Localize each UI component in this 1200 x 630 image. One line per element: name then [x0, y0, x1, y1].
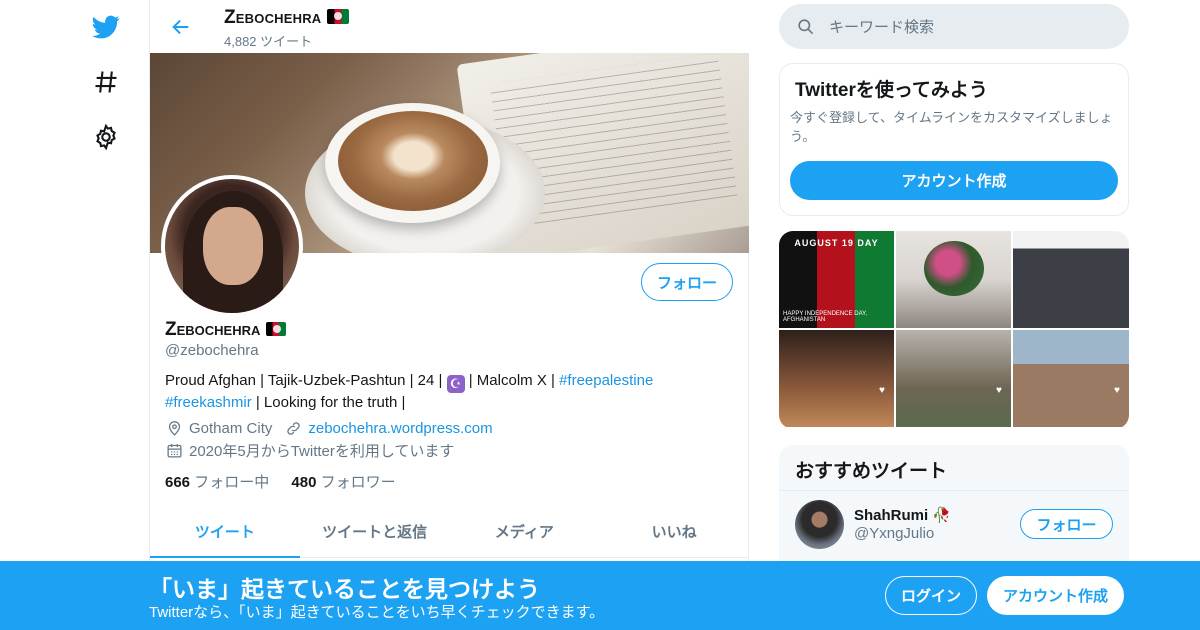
profile-header: Zebochehra 4,882 ツイート	[150, 0, 749, 53]
search-input[interactable]: キーワード検索	[829, 16, 934, 37]
recommended-title: おすすめツイート	[795, 461, 948, 482]
profile-avatar[interactable]	[161, 175, 303, 317]
profile-location: Gotham City	[189, 419, 273, 437]
search-icon	[795, 17, 815, 37]
tab-likes[interactable]: いいね	[599, 505, 749, 557]
heart-icon: ♥	[1114, 385, 1120, 396]
profile-stats: 666 フォロー中 480 フォロワー	[165, 471, 396, 492]
media-thumbnail[interactable]: AUGUST 19 DAY HAPPY INDEPENDENCE DAY, AF…	[779, 231, 894, 328]
tab-tweets-and-replies[interactable]: ツイートと返信	[300, 505, 450, 557]
afghan-flag-icon	[266, 322, 287, 336]
signup-card-description: 今すぐ登録して、タイムラインをカスタマイズしましょう。	[790, 110, 1113, 144]
settings-gear-icon[interactable]	[91, 122, 121, 152]
signup-button[interactable]: アカウント作成	[987, 576, 1124, 615]
rose-emoji-icon: 🥀	[932, 507, 952, 524]
profile-joined-date: 2020年5月からTwitterを利用しています	[189, 443, 455, 460]
back-arrow-icon[interactable]	[168, 14, 194, 40]
media-grid: AUGUST 19 DAY HAPPY INDEPENDENCE DAY, AF…	[779, 231, 1129, 429]
profile-bio: Proud Afghan | Tajik-Uzbek-Pashtun | 24 …	[165, 372, 654, 411]
login-button[interactable]: ログイン	[885, 576, 977, 615]
media-thumbnail[interactable]: ♥	[1013, 330, 1129, 427]
signup-banner: 「いま」起きていることを見つけよう Twitterなら、「いま」起きていることを…	[0, 561, 1200, 630]
afghan-flag-icon	[327, 9, 350, 24]
heart-icon: ♥	[879, 385, 885, 396]
media-thumbnail[interactable]: ♥	[896, 330, 1011, 427]
recommended-follow-button[interactable]: フォロー	[1020, 509, 1113, 539]
search-box[interactable]: キーワード検索	[779, 4, 1129, 49]
media-thumbnail[interactable]: ♥	[779, 330, 894, 427]
media-thumbnail[interactable]	[896, 231, 1011, 328]
banner-title: 「いま」起きていることを見つけよう	[149, 576, 540, 602]
header-display-name: Zebochehra	[224, 7, 350, 29]
followers-link[interactable]: 480 フォロワー	[291, 474, 395, 491]
signup-card: Twitterを使ってみよう 今すぐ登録して、タイムラインをカスタマイズしましょ…	[779, 63, 1129, 216]
twitter-logo-icon[interactable]	[91, 12, 121, 42]
profile-meta-location-website: Gotham City zebochehra.wordpress.com	[165, 419, 493, 437]
profile-meta-joined: 2020年5月からTwitterを利用しています	[165, 440, 454, 461]
follow-button[interactable]: フォロー	[641, 263, 733, 301]
tab-media[interactable]: メディア	[450, 505, 600, 557]
divider	[779, 490, 1129, 491]
star-and-crescent-emoji: ☪	[446, 375, 465, 393]
hashtag-icon[interactable]	[91, 67, 121, 97]
profile-column: Zebochehra 4,882 ツイート フォロー Zebochehra @z…	[149, 0, 749, 630]
tab-tweets[interactable]: ツイート	[150, 505, 300, 558]
hashtag-link-freepalestine[interactable]: #freepalestine	[559, 372, 653, 389]
recommended-user-handle: @YxngJulio	[854, 525, 935, 542]
banner-subtitle: Twitterなら、「いま」起きていることをいち早くチェックできます。	[149, 604, 605, 621]
profile-tabs: ツイート ツイートと返信 メディア いいね	[150, 505, 749, 558]
calendar-icon	[165, 442, 183, 460]
profile-handle: @zebochehra	[165, 342, 259, 359]
following-link[interactable]: 666 フォロー中	[165, 474, 269, 491]
media-thumbnail[interactable]	[1013, 231, 1129, 328]
profile-website-link[interactable]: zebochehra.wordpress.com	[308, 420, 492, 437]
left-nav	[80, 0, 130, 630]
avatar[interactable]	[795, 500, 844, 549]
signup-card-title: Twitterを使ってみよう	[795, 80, 988, 101]
profile-display-name: Zebochehra	[165, 319, 287, 341]
create-account-button[interactable]: アカウント作成	[790, 161, 1118, 200]
recommended-user-name[interactable]: ShahRumi 🥀	[854, 506, 951, 524]
hashtag-link-freekashmir[interactable]: #freekashmir	[165, 394, 252, 411]
link-icon	[284, 419, 302, 437]
heart-icon: ♥	[996, 385, 1002, 396]
header-tweet-count: 4,882 ツイート	[224, 34, 313, 49]
location-pin-icon	[165, 419, 183, 437]
